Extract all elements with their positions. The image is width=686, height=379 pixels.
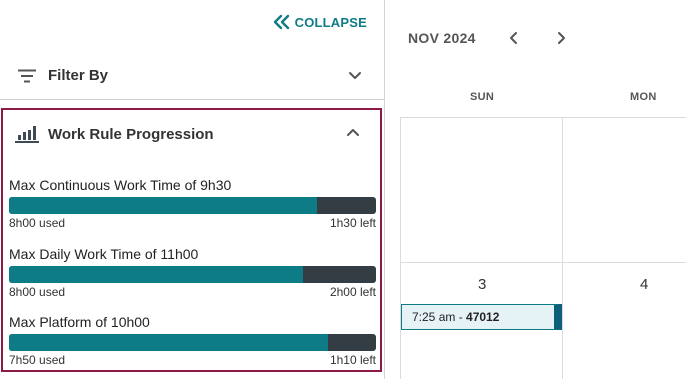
work-rule-left: 1h30 left	[329, 216, 376, 230]
work-rule-progress-bar	[9, 334, 376, 351]
day-number[interactable]: 4	[640, 276, 648, 293]
event-time: 7:25 am -	[412, 310, 467, 324]
work-rule-name: Max Continuous Work Time of 9h30	[9, 177, 232, 193]
work-rule-progression-header[interactable]: Work Rule Progression	[3, 122, 380, 146]
work-rule-progression-title: Work Rule Progression	[48, 125, 214, 143]
work-rule-used: 8h00 used	[9, 285, 66, 299]
weekday-header-sun: SUN	[470, 91, 495, 103]
work-rule-left: 1h10 left	[329, 353, 376, 367]
work-rule-item: Max Platform of 10h00 7h50 used 1h10 lef…	[9, 313, 376, 368]
work-rule-item: Max Continuous Work Time of 9h30 8h00 us…	[9, 176, 376, 231]
calendar-grid-line	[400, 117, 401, 379]
day-number[interactable]: 3	[478, 276, 486, 293]
weekday-header-mon: MON	[630, 91, 657, 103]
work-rule-name: Max Daily Work Time of 11h00	[9, 246, 199, 262]
work-rule-progress-bar	[9, 266, 376, 283]
work-rule-left: 2h00 left	[329, 285, 376, 299]
work-rule-used: 8h00 used	[9, 216, 66, 230]
work-rule-used: 7h50 used	[9, 353, 66, 367]
calendar-event[interactable]: 7:25 am - 47012	[401, 304, 562, 330]
filter-by-label: Filter By	[48, 67, 109, 84]
calendar-grid-line	[400, 262, 686, 263]
work-rule-progress-bar	[9, 197, 376, 214]
bar-chart-icon	[15, 125, 39, 143]
filter-by-section[interactable]: Filter By	[0, 52, 384, 100]
collapse-label: COLLAPSE	[294, 14, 367, 30]
chevron-down-icon[interactable]	[348, 71, 362, 81]
event-id: 47012	[466, 310, 500, 324]
chevron-up-icon[interactable]	[346, 127, 360, 137]
work-rule-progress-fill	[9, 334, 329, 351]
chevron-right-icon[interactable]	[556, 31, 566, 45]
double-chevron-left-icon	[273, 14, 289, 30]
chevron-left-icon[interactable]	[509, 31, 519, 45]
work-rule-item: Max Daily Work Time of 11h00 8h00 used 2…	[9, 245, 376, 300]
calendar-panel: NOV 2024 SUN MON 3 4 7:25 am - 47012	[386, 0, 686, 379]
collapse-button[interactable]: COLLAPSE	[272, 14, 367, 30]
work-rule-name: Max Platform of 10h00	[9, 314, 150, 330]
work-rule-progress-fill	[9, 197, 318, 214]
calendar-grid-line	[562, 117, 563, 379]
left-panel: COLLAPSE Filter By Work Rule Progression	[0, 0, 385, 379]
work-rule-progression-panel: Work Rule Progression Max Continuous Wor…	[1, 108, 382, 372]
work-rule-progress-fill	[9, 266, 303, 283]
calendar-month-label: NOV 2024	[408, 30, 476, 46]
calendar-grid-line	[400, 117, 686, 118]
filter-icon	[18, 69, 36, 82]
